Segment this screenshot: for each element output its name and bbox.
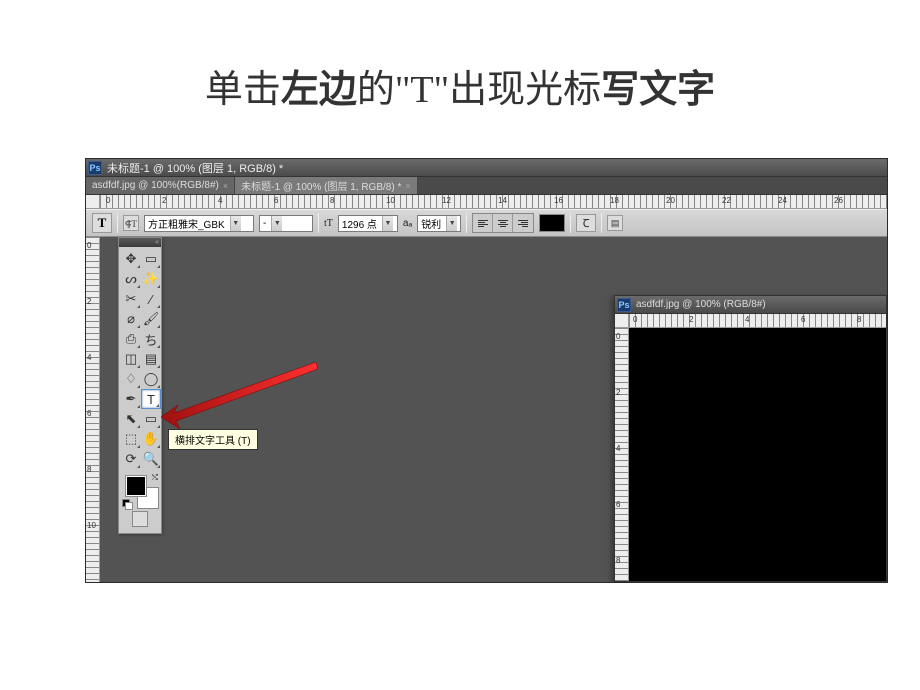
move-tool[interactable]: ✥: [121, 249, 141, 269]
slide-title: 单击左边的"T"出现光标写文字: [0, 0, 920, 143]
gradient-tool[interactable]: ▤: [141, 349, 161, 369]
app-icon: Ps: [88, 161, 102, 175]
dodge-tool[interactable]: ◯: [141, 369, 161, 389]
zoom-tool[interactable]: 🔍: [141, 449, 161, 469]
text-orientation-button[interactable]: ⸿T: [123, 215, 139, 231]
tool-preset-button[interactable]: T: [92, 213, 112, 233]
doc-tab[interactable]: 未标题-1 @ 100% (图层 1, RGB/8) *×: [235, 177, 417, 194]
float-doc-title: asdfdf.jpg @ 100% (RGB/8#): [636, 299, 766, 310]
window-title: 未标题-1 @ 100% (图层 1, RGB/8) *: [107, 160, 283, 176]
window-titlebar[interactable]: Ps 未标题-1 @ 100% (图层 1, RGB/8) *: [86, 159, 887, 177]
type-tool-tooltip: 横排文字工具 (T): [168, 429, 258, 450]
eraser-tool[interactable]: ◫: [121, 349, 141, 369]
align-center-button[interactable]: [493, 214, 513, 232]
foreground-color[interactable]: [125, 475, 147, 497]
shape-tool[interactable]: ▭: [141, 409, 161, 429]
character-panel-button[interactable]: ▤: [607, 215, 623, 231]
horizontal-ruler[interactable]: 0 2 4 6 8: [629, 314, 886, 328]
document-tab-bar: asdfdf.jpg @ 100%(RGB/8#)× 未标题-1 @ 100% …: [86, 177, 887, 195]
rotate-view-tool[interactable]: ⟳: [121, 449, 141, 469]
mask-mode-group: [119, 511, 161, 533]
photoshop-window: Ps 未标题-1 @ 100% (图层 1, RGB/8) * asdfdf.j…: [85, 158, 888, 583]
vertical-ruler[interactable]: 0 2 4 6 8 10: [86, 237, 100, 582]
toolbox-panel[interactable]: « ✥▭ᔕ✨✂⁄⌀🖌⎙ち◫▤♢◯✒T⬉▭⬚✋⟳🔍 ⤭: [118, 237, 162, 534]
doc-tab[interactable]: asdfdf.jpg @ 100%(RGB/8#)×: [86, 177, 235, 194]
ruler-origin[interactable]: [86, 195, 100, 209]
marquee-tool[interactable]: ▭: [141, 249, 161, 269]
font-size-icon: tT: [324, 218, 333, 229]
align-right-button[interactable]: [513, 214, 533, 232]
close-icon[interactable]: ×: [405, 181, 410, 191]
type-tool[interactable]: T: [141, 389, 161, 409]
font-style-select[interactable]: -▼: [259, 215, 313, 232]
swap-colors-icon[interactable]: ⤭: [152, 473, 158, 483]
floating-document-window[interactable]: Ps asdfdf.jpg @ 100% (RGB/8#) 0 2 4 6 8 …: [614, 295, 887, 582]
ruler-origin[interactable]: [615, 314, 629, 328]
collapse-icon[interactable]: «: [155, 239, 159, 246]
3d-tool[interactable]: ⬚: [121, 429, 141, 449]
text-color-button[interactable]: [539, 214, 565, 232]
blur-tool[interactable]: ♢: [121, 369, 141, 389]
eyedropper-tool[interactable]: ⁄: [141, 289, 161, 309]
lasso-tool[interactable]: ᔕ: [121, 269, 141, 289]
clone-stamp-tool[interactable]: ⎙: [121, 329, 141, 349]
options-bar: T ⸿T 方正粗雅宋_GBK▼ -▼ tT 1296 点▼ aₐ 锐利▼ Ꞇ ▤: [86, 209, 887, 237]
document-canvas[interactable]: [629, 328, 886, 581]
font-size-select[interactable]: 1296 点▼: [338, 215, 398, 232]
color-swatch-area: ⤭: [119, 471, 161, 511]
text-align-group: [472, 213, 534, 233]
pen-tool[interactable]: ✒: [121, 389, 141, 409]
antialias-label: aₐ: [403, 218, 412, 229]
healing-brush-tool[interactable]: ⌀: [121, 309, 141, 329]
crop-tool[interactable]: ✂: [121, 289, 141, 309]
workspace: 0 2 4 6 8 10 « ✥▭ᔕ✨✂⁄⌀🖌⎙ち◫▤♢◯✒T⬉▭⬚✋⟳🔍 ⤭: [86, 237, 887, 582]
brush-tool[interactable]: 🖌: [141, 309, 161, 329]
standard-mode-button[interactable]: [132, 511, 148, 527]
close-icon[interactable]: ×: [223, 181, 228, 191]
app-icon: Ps: [617, 298, 631, 312]
history-brush-tool[interactable]: ち: [141, 329, 161, 349]
float-doc-titlebar[interactable]: Ps asdfdf.jpg @ 100% (RGB/8#): [615, 296, 886, 314]
align-left-button[interactable]: [473, 214, 493, 232]
antialias-select[interactable]: 锐利▼: [417, 215, 461, 232]
horizontal-ruler[interactable]: 0 2 4 6 8 10 12 14 16 18 20 22 24 26: [100, 195, 887, 209]
hand-tool[interactable]: ✋: [141, 429, 161, 449]
toolbox-header[interactable]: «: [119, 238, 161, 247]
font-family-select[interactable]: 方正粗雅宋_GBK▼: [144, 215, 254, 232]
vertical-ruler[interactable]: 0 2 4 6 8: [615, 328, 629, 581]
warp-text-button[interactable]: Ꞇ: [576, 214, 596, 232]
magic-wand-tool[interactable]: ✨: [141, 269, 161, 289]
default-colors-icon[interactable]: [122, 499, 132, 509]
path-selection-tool[interactable]: ⬉: [121, 409, 141, 429]
